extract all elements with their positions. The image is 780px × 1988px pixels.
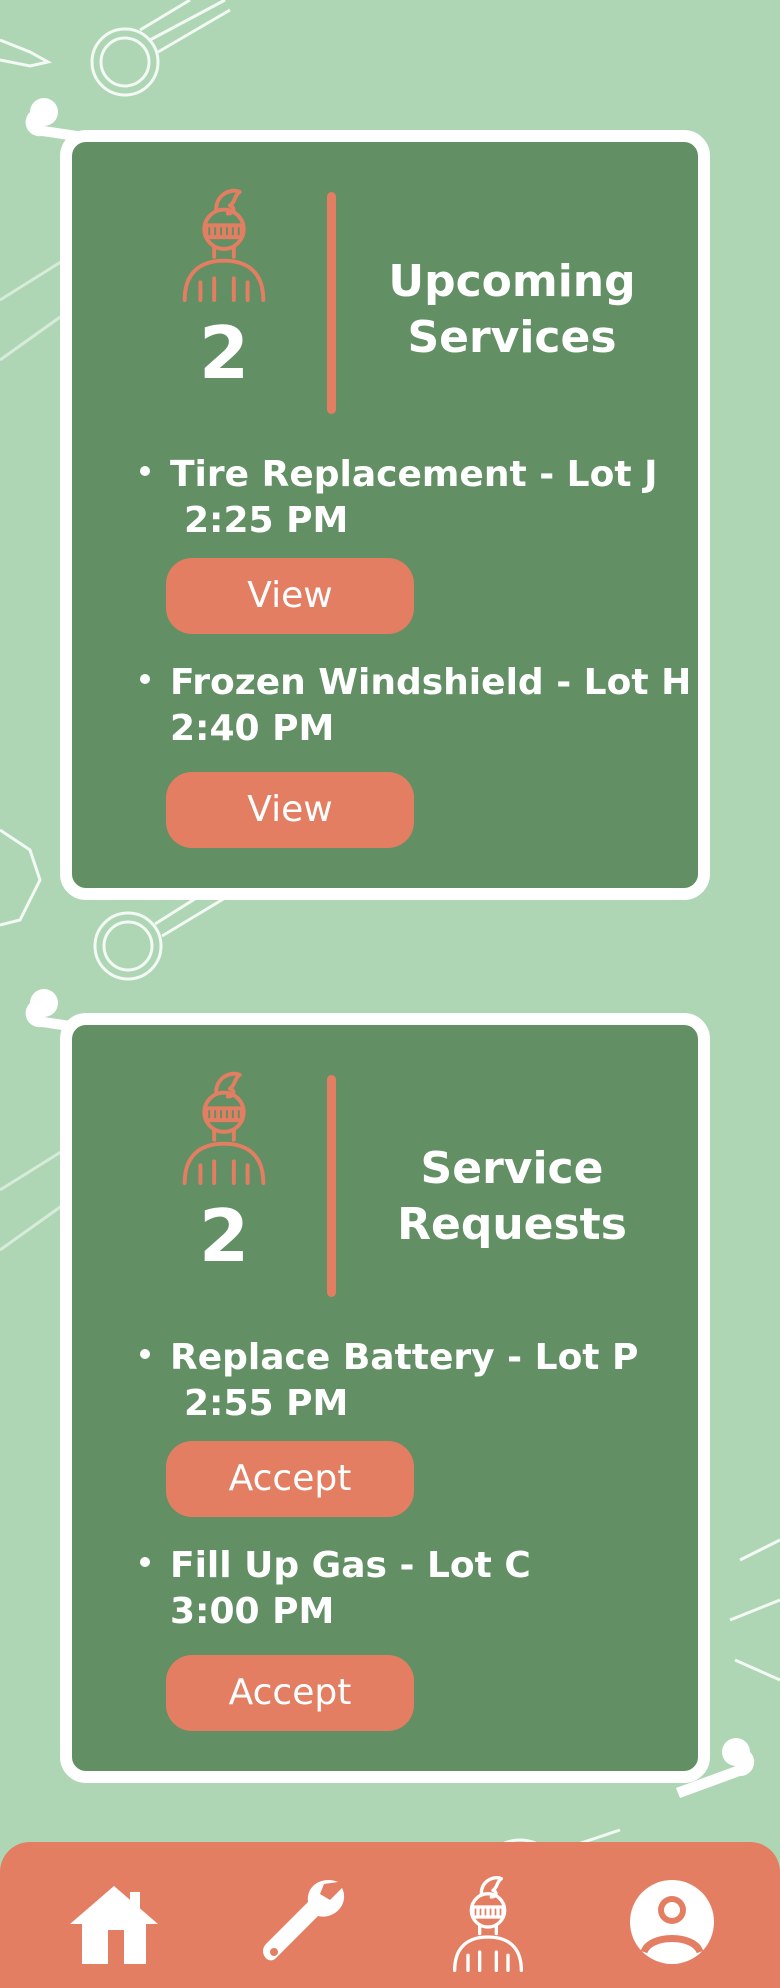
bullet xyxy=(140,674,150,684)
nav-knight[interactable] xyxy=(438,1872,538,1972)
card-title: Service Requests xyxy=(397,1143,627,1250)
service-time: 2:40 PM xyxy=(170,708,335,749)
nav-home[interactable] xyxy=(64,1872,164,1972)
header-divider xyxy=(327,192,336,414)
list-item: Replace Battery - Lot P 2:55 PM Accept xyxy=(72,1335,698,1517)
list-item: Tire Replacement - Lot J 2:25 PM View xyxy=(72,452,698,634)
list-item: Fill Up Gas - Lot C 3:00 PM Accept xyxy=(72,1543,698,1731)
home-icon xyxy=(70,1886,158,1964)
profile-icon xyxy=(630,1880,714,1964)
request-time: 2:55 PM xyxy=(184,1383,349,1424)
bullet xyxy=(140,1349,150,1359)
upcoming-count: 2 xyxy=(198,311,250,395)
service-title: Tire Replacement - Lot J xyxy=(170,454,658,495)
knight-icon xyxy=(182,1071,266,1185)
view-button[interactable]: View xyxy=(166,558,414,634)
card-title: Upcoming Services xyxy=(388,256,636,363)
service-requests-card: 2 Service Requests Replace Battery - Lot… xyxy=(60,1013,710,1783)
requests-count: 2 xyxy=(198,1194,250,1278)
accept-button[interactable]: Accept xyxy=(166,1441,414,1517)
request-title: Fill Up Gas - Lot C xyxy=(170,1545,531,1586)
card-header: 2 Upcoming Services xyxy=(72,142,698,432)
bullet xyxy=(140,1557,150,1567)
bullet xyxy=(140,466,150,476)
knight-icon xyxy=(453,1876,523,1972)
service-title: Frozen Windshield - Lot H xyxy=(170,662,692,703)
wrench-icon xyxy=(263,1880,345,1961)
bottom-nav xyxy=(0,1842,780,1988)
list-item: Frozen Windshield - Lot H 2:40 PM View xyxy=(72,660,698,848)
view-button[interactable]: View xyxy=(166,772,414,848)
accept-button[interactable]: Accept xyxy=(166,1655,414,1731)
service-time: 2:25 PM xyxy=(184,500,349,541)
nav-services[interactable] xyxy=(254,1872,354,1972)
upcoming-services-card: 2 Upcoming Services Tire Replacement - L… xyxy=(60,130,710,900)
knight-icon xyxy=(182,188,266,302)
request-title: Replace Battery - Lot P xyxy=(170,1337,639,1378)
requests-list: Replace Battery - Lot P 2:55 PM Accept F… xyxy=(72,1335,698,1757)
upcoming-list: Tire Replacement - Lot J 2:25 PM View Fr… xyxy=(72,452,698,874)
nav-profile[interactable] xyxy=(622,1872,722,1972)
header-divider xyxy=(327,1075,336,1297)
card-header: 2 Service Requests xyxy=(72,1025,698,1315)
request-time: 3:00 PM xyxy=(170,1591,335,1632)
